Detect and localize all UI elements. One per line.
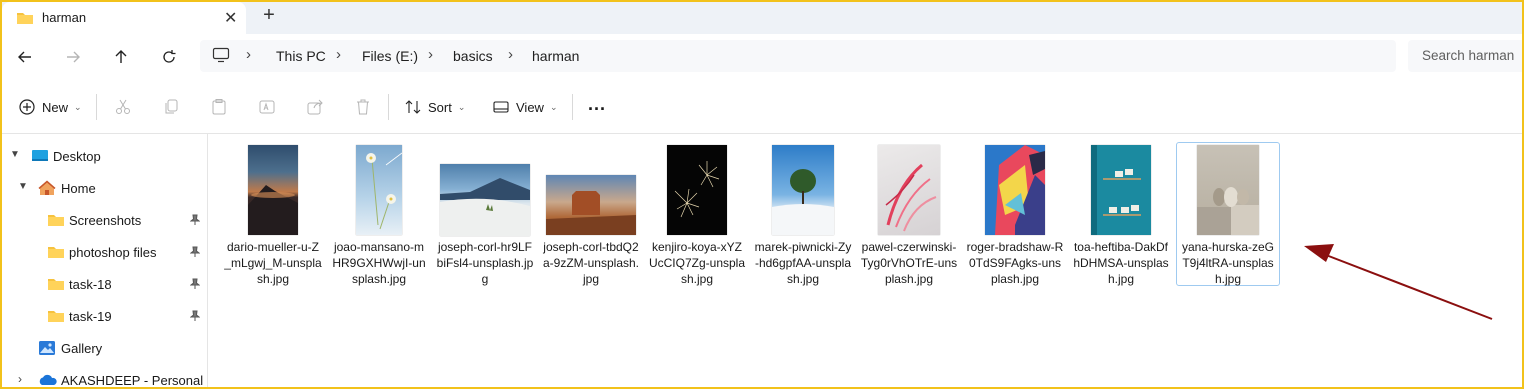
annotation-arrow <box>1304 244 1493 320</box>
